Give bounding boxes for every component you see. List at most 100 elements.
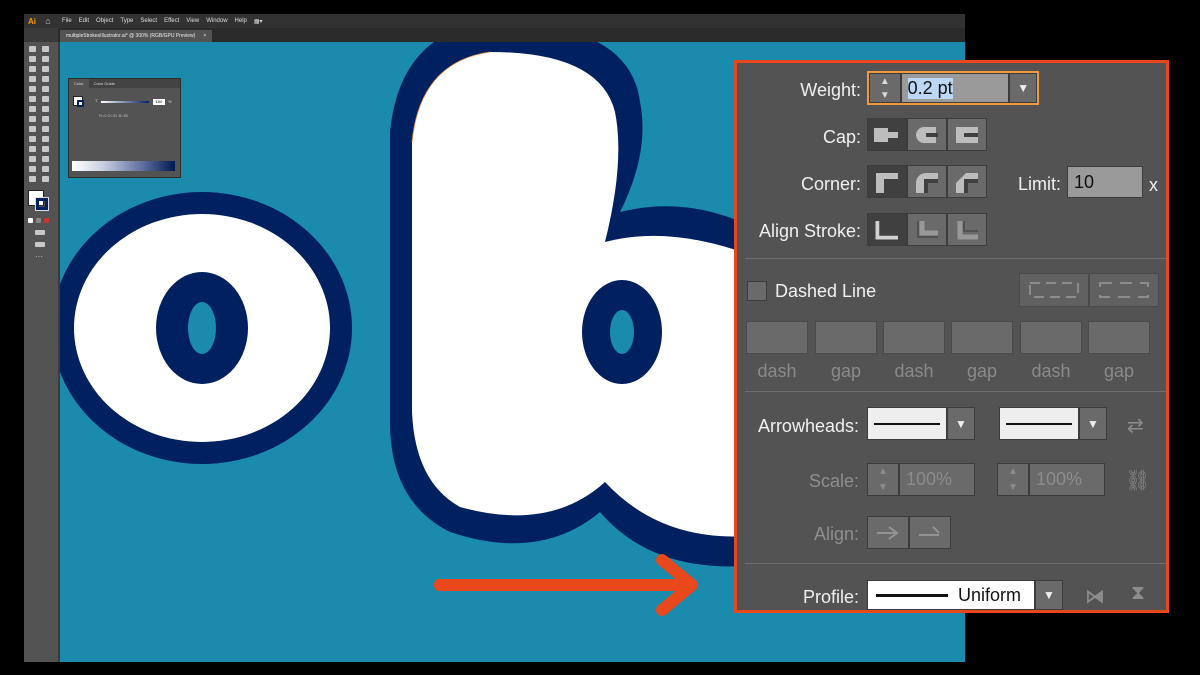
blend-tool-icon[interactable] [42,146,49,152]
symbol-sprayer-tool-icon[interactable] [29,156,36,162]
screen-mode-icon[interactable] [35,242,45,247]
color-mode-icon[interactable] [28,218,33,223]
end-arrowhead-select[interactable]: ▼ [999,407,1107,440]
eyedropper-tool-icon[interactable] [29,146,36,152]
selection-tool-icon[interactable] [29,46,36,52]
start-arrowhead-select[interactable]: ▼ [867,407,975,440]
start-arrowhead-dropdown-icon[interactable]: ▼ [947,407,975,440]
drawing-mode-icon[interactable] [35,230,45,235]
flip-across-icon[interactable]: ⧗ [1131,582,1145,605]
miter-limit-input[interactable]: 10 [1067,166,1143,198]
end-scale-stepper[interactable]: ▲ ▼ [997,463,1029,496]
preserve-dashes-button[interactable] [1019,273,1089,307]
stepper-up-icon[interactable]: ▲ [880,76,890,87]
edit-toolbar-icon[interactable]: ··· [35,252,43,261]
gap-field-1[interactable] [815,321,877,354]
slice-tool-icon[interactable] [42,166,49,172]
miter-join-button[interactable] [867,165,907,198]
align-dashes-button[interactable] [1089,273,1159,307]
tint-percent-label: % [168,99,172,104]
column-graph-tool-icon[interactable] [42,156,49,162]
end-scale-input[interactable]: 100% [1029,463,1105,496]
zoom-tool-icon[interactable] [42,176,49,182]
projecting-cap-button[interactable] [947,118,987,151]
start-scale-stepper[interactable]: ▲ ▼ [867,463,899,496]
close-tab-icon[interactable]: × [203,33,206,39]
swap-arrowheads-icon[interactable]: ⇄ [1127,413,1144,438]
dash-field-1[interactable] [746,321,808,354]
rectangle-tool-icon[interactable] [29,86,36,92]
flip-along-icon[interactable]: ⧒ [1085,584,1105,609]
tint-slider[interactable] [101,101,149,103]
menu-window[interactable]: Window [206,18,227,24]
preserve-dashes-icon [1029,282,1079,298]
weight-control: ▲ ▼ 0.2 pt ▼ [867,71,1039,105]
line-tool-icon[interactable] [42,76,49,82]
none-mode-icon[interactable] [44,218,49,223]
tab-color-guide[interactable]: Color Guide [89,79,120,88]
width-tool-icon[interactable] [29,116,36,122]
weight-input[interactable]: 0.2 pt [900,73,1010,103]
stepper-down-icon[interactable]: ▼ [880,90,890,101]
mesh-tool-icon[interactable] [29,136,36,142]
menu-type[interactable]: Type [120,18,133,24]
dash-field-3[interactable] [1020,321,1082,354]
menu-file[interactable]: File [62,18,72,24]
bevel-join-button[interactable] [947,165,987,198]
butt-cap-button[interactable] [867,118,907,151]
weight-dropdown-button[interactable]: ▼ [1009,73,1037,103]
pen-tool-icon[interactable] [29,66,36,72]
tab-color[interactable]: Color [69,79,89,88]
align-inside-button[interactable] [907,213,947,246]
artboard-tool-icon[interactable] [29,166,36,172]
shape-builder-tool-icon[interactable] [29,126,36,132]
tint-value-field[interactable]: 100 [153,99,165,105]
dashed-line-checkbox[interactable] [747,281,767,301]
align-outside-button[interactable] [947,213,987,246]
color-spectrum[interactable] [72,161,175,171]
perspective-grid-tool-icon[interactable] [42,126,49,132]
dash-field-2[interactable] [883,321,945,354]
gap-field-2[interactable] [951,321,1013,354]
start-scale-input[interactable]: 100% [899,463,975,496]
end-arrowhead-dropdown-icon[interactable]: ▼ [1079,407,1107,440]
paintbrush-tool-icon[interactable] [42,86,49,92]
home-icon[interactable]: ⌂ [42,16,54,26]
menu-object[interactable]: Object [96,18,113,24]
align-center-button[interactable] [867,213,907,246]
round-cap-button[interactable] [907,118,947,151]
menu-effect[interactable]: Effect [164,18,179,24]
lasso-tool-icon[interactable] [42,56,49,62]
curvature-tool-icon[interactable] [42,66,49,72]
workspace-switcher-icon[interactable]: ▦▾ [254,18,263,25]
menu-select[interactable]: Select [140,18,157,24]
menu-edit[interactable]: Edit [79,18,89,24]
rotate-tool-icon[interactable] [29,106,36,112]
link-scale-icon[interactable]: ⛓ [1125,468,1150,493]
document-tab[interactable]: multipleStrokesIllustrator.ai* @ 300% (R… [60,30,213,42]
round-join-button[interactable] [907,165,947,198]
profile-dropdown-icon[interactable]: ▼ [1035,580,1063,610]
cap-buttons [867,118,987,151]
eraser-tool-icon[interactable] [42,96,49,102]
document-tab-title: multipleStrokesIllustrator.ai* @ 300% (R… [66,33,196,39]
free-transform-tool-icon[interactable] [42,116,49,122]
shaper-tool-icon[interactable] [29,96,36,102]
stroke-swatch[interactable] [35,197,49,211]
menu-view[interactable]: View [186,18,199,24]
hand-tool-icon[interactable] [29,176,36,182]
place-arrow-tip-icon [919,525,940,536]
profile-select[interactable]: Uniform ▼ [867,580,1063,610]
weight-stepper[interactable]: ▲ ▼ [869,73,901,103]
gradient-mode-icon[interactable] [36,218,41,223]
place-arrow-tip-button[interactable] [909,516,951,549]
color-stroke-swatch[interactable] [77,100,84,107]
gap-field-3[interactable] [1088,321,1150,354]
menu-help[interactable]: Help [235,18,247,24]
magic-wand-tool-icon[interactable] [29,56,36,62]
direct-selection-tool-icon[interactable] [42,46,49,52]
scale-tool-icon[interactable] [42,106,49,112]
extend-arrow-tip-button[interactable] [867,516,909,549]
type-tool-icon[interactable] [29,76,36,82]
gradient-tool-icon[interactable] [42,136,49,142]
